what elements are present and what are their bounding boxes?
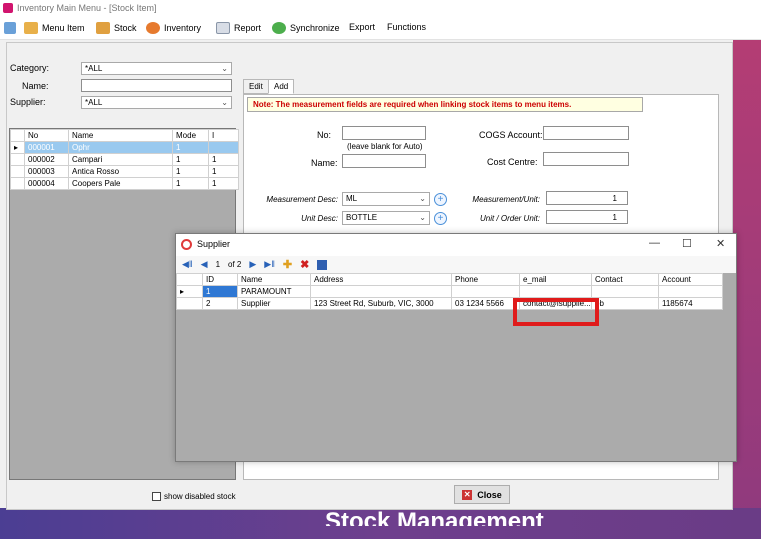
no-label: No: — [317, 130, 332, 140]
tab-edit[interactable]: Edit — [243, 79, 269, 94]
table-row[interactable]: 000002 Campari 1 1 — [10, 153, 239, 166]
settings-icon — [4, 22, 16, 34]
column-header[interactable]: No — [24, 129, 69, 142]
window-close-icon[interactable]: ✕ — [716, 237, 725, 250]
save-icon[interactable] — [317, 259, 328, 270]
previous-record-icon[interactable]: ◀ — [201, 259, 208, 270]
supplier-grid[interactable]: ID Name Address Phone e_mail Contact Acc… — [176, 273, 736, 461]
record-position-input[interactable]: 1 — [216, 260, 220, 269]
cogs-account-label: COGS Account: — [479, 130, 543, 140]
name-input[interactable] — [342, 154, 426, 168]
stock-button[interactable]: Stock — [96, 22, 137, 34]
functions-menu[interactable]: Functions — [387, 22, 426, 32]
name-filter-label: Name: — [22, 81, 49, 91]
name-label: Name: — [311, 158, 338, 168]
window-title: Inventory Main Menu - [Stock Item] — [17, 3, 157, 13]
stock-icon — [96, 22, 110, 34]
sync-icon — [272, 22, 286, 34]
chevron-down-icon: ⌄ — [221, 98, 228, 107]
inventory-icon — [146, 22, 160, 34]
menu-item-icon — [24, 22, 38, 34]
app-icon — [3, 3, 13, 13]
supplier-window: Supplier — ☐ ✕ ◀‖ ◀ 1 of 2 ▶ ▶‖ ✚ ✖ ID N… — [175, 233, 737, 462]
record-navigator: ◀‖ ◀ 1 of 2 ▶ ▶‖ ✚ ✖ — [176, 256, 736, 273]
add-measurement-icon[interactable]: + — [434, 193, 447, 206]
delete-record-icon[interactable]: ✖ — [300, 258, 309, 271]
unit-desc-label: Unit Desc: — [301, 214, 338, 223]
supplier-app-icon — [181, 239, 192, 250]
next-record-icon[interactable]: ▶ — [249, 259, 256, 270]
chevron-down-icon: ⌄ — [221, 64, 228, 73]
cost-centre-input[interactable] — [543, 152, 629, 166]
name-filter-input[interactable] — [81, 79, 232, 92]
inventory-button[interactable]: Inventory — [146, 22, 201, 34]
column-header[interactable]: ID — [202, 273, 238, 286]
supplier-window-title: Supplier — [197, 239, 231, 249]
first-record-icon[interactable]: ◀‖ — [182, 259, 193, 270]
title-bar: Inventory Main Menu - [Stock Item] — [0, 0, 761, 16]
category-select[interactable]: *ALL ⌄ — [81, 62, 232, 75]
table-row[interactable]: 2 Supplier 123 Street Rd, Suburb, VIC, 3… — [176, 297, 723, 310]
show-disabled-checkbox[interactable]: show disabled stock — [152, 492, 236, 501]
table-row[interactable]: 000003 Antica Rosso 1 1 — [10, 165, 239, 178]
synchronize-button[interactable]: Synchronize — [272, 22, 340, 34]
menu-item-button[interactable]: Menu Item — [24, 22, 85, 34]
tab-add[interactable]: Add — [268, 79, 295, 94]
unit-desc-select[interactable]: BOTTLE ⌄ — [342, 211, 430, 225]
measurement-note: Note: The measurement fields are require… — [247, 97, 643, 112]
supplier-filter-label: Supplier: — [10, 97, 46, 107]
add-record-icon[interactable]: ✚ — [283, 258, 292, 271]
column-header[interactable]: Mode — [172, 129, 209, 142]
table-header: ID Name Address Phone e_mail Contact Acc… — [176, 273, 723, 286]
chevron-down-icon: ⌄ — [419, 194, 426, 203]
column-header[interactable]: Name — [68, 129, 173, 142]
column-header[interactable]: Name — [237, 273, 311, 286]
cost-centre-label: Cost Centre: — [487, 157, 538, 167]
supplier-filter-select[interactable]: *ALL ⌄ — [81, 96, 232, 109]
column-header[interactable]: Contact — [591, 273, 659, 286]
checkbox-icon — [152, 492, 161, 501]
row-pointer-icon: ▸ — [176, 285, 203, 298]
no-input[interactable] — [342, 126, 426, 140]
record-total: of 2 — [228, 260, 242, 269]
column-header[interactable]: Account — [658, 273, 723, 286]
minimize-icon[interactable]: — — [649, 237, 660, 249]
supplier-title-bar: Supplier — ☐ ✕ — [176, 234, 736, 256]
table-row[interactable]: ▸ 000001 Ophr 1 — [10, 141, 239, 154]
email-highlight-box — [513, 298, 599, 326]
maximize-icon[interactable]: ☐ — [682, 237, 692, 250]
toolbar-settings-button[interactable] — [4, 22, 16, 34]
table-row[interactable]: 000004 Coopers Pale 1 1 — [10, 177, 239, 190]
close-icon: ✕ — [462, 489, 473, 500]
measurement-desc-label: Measurement Desc: — [266, 195, 338, 204]
measurement-desc-select[interactable]: ML ⌄ — [342, 192, 430, 206]
report-icon — [216, 22, 230, 34]
unit-order-input[interactable]: 1 — [546, 210, 628, 224]
export-menu[interactable]: Export — [349, 22, 375, 32]
add-unit-icon[interactable]: + — [434, 212, 447, 225]
table-header: No Name Mode I — [10, 129, 239, 142]
column-header[interactable]: Address — [310, 273, 452, 286]
chevron-down-icon: ⌄ — [419, 213, 426, 222]
table-row[interactable]: ▸ 1 PARAMOUNT — [176, 285, 723, 298]
unit-order-label: Unit / Order Unit: — [479, 214, 540, 223]
report-button[interactable]: Report — [216, 22, 261, 34]
column-header[interactable]: e_mail — [519, 273, 592, 286]
background-decor — [733, 40, 761, 539]
no-hint: (leave blank for Auto) — [347, 142, 423, 151]
measurement-unit-input[interactable]: 1 — [546, 191, 628, 205]
column-header[interactable]: Phone — [451, 273, 520, 286]
close-button[interactable]: ✕ Close — [454, 485, 510, 504]
measurement-unit-label: Measurement/Unit: — [472, 195, 540, 204]
row-pointer-icon: ▸ — [10, 141, 25, 154]
cogs-account-input[interactable] — [543, 126, 629, 140]
column-header[interactable]: I — [208, 129, 239, 142]
last-record-icon[interactable]: ▶‖ — [264, 259, 275, 270]
toolbar: Menu Item Stock Inventory Report Synchro… — [0, 16, 761, 40]
category-label: Category: — [10, 63, 50, 73]
